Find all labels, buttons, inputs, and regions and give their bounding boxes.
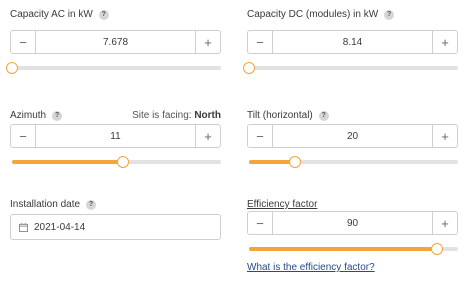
slider-thumb[interactable]	[431, 243, 444, 255]
capacity-dc-slider[interactable]	[243, 62, 458, 74]
slider-thumb[interactable]	[288, 156, 301, 168]
help-icon[interactable]: ?	[86, 199, 97, 210]
capacity-ac-label-text: Capacity AC in kW	[10, 9, 93, 20]
azimuth-increment-button[interactable]: +	[195, 125, 220, 147]
azimuth-stepper: − 11 +	[10, 124, 221, 148]
help-icon[interactable]: ?	[384, 9, 395, 20]
slider-fill	[249, 247, 438, 251]
tilt-slider[interactable]	[249, 156, 458, 168]
installation-date-label-text: Installation date	[10, 199, 81, 210]
efficiency-increment-button[interactable]: +	[432, 212, 457, 234]
efficiency-label: Efficiency factor	[247, 199, 317, 210]
capacity-dc-label-text: Capacity DC (modules) in kW	[247, 9, 379, 20]
site-facing-prefix: Site is facing:	[132, 110, 192, 121]
calendar-icon	[19, 222, 28, 232]
help-icon[interactable]: ?	[318, 110, 329, 121]
capacity-ac-label: Capacity AC in kW ?	[10, 9, 109, 20]
efficiency-label-text: Efficiency factor	[247, 199, 318, 210]
slider-thumb[interactable]	[116, 156, 129, 168]
installation-date-label: Installation date ?	[10, 199, 97, 210]
slider-fill	[12, 160, 123, 164]
capacity-ac-stepper: − 7.678 +	[10, 30, 221, 54]
efficiency-help-link[interactable]: What is the efficiency factor?	[247, 262, 375, 273]
capacity-ac-input[interactable]: 7.678	[36, 31, 195, 53]
efficiency-decrement-button[interactable]: −	[248, 212, 273, 234]
capacity-ac-decrement-button[interactable]: −	[11, 31, 36, 53]
efficiency-input[interactable]: 90	[273, 212, 432, 234]
tilt-input[interactable]: 20	[273, 125, 432, 147]
installation-date-value: 2021-04-14	[34, 221, 86, 233]
slider-track	[12, 66, 221, 70]
tilt-stepper: − 20 +	[247, 124, 458, 148]
installation-date-input[interactable]: 2021-04-14	[10, 214, 221, 240]
azimuth-decrement-button[interactable]: −	[11, 125, 36, 147]
site-facing-value: North	[194, 110, 221, 121]
efficiency-slider[interactable]	[249, 243, 458, 255]
capacity-ac-increment-button[interactable]: +	[195, 31, 220, 53]
site-facing-text: Site is facing: North	[132, 110, 221, 121]
slider-thumb[interactable]	[6, 62, 18, 74]
capacity-ac-slider[interactable]	[6, 62, 221, 74]
azimuth-label: Azimuth ?	[10, 110, 63, 121]
azimuth-label-text: Azimuth	[10, 110, 47, 121]
capacity-dc-increment-button[interactable]: +	[432, 31, 457, 53]
tilt-label: Tilt (horizontal) ?	[247, 110, 329, 121]
help-icon[interactable]: ?	[98, 9, 109, 20]
help-icon[interactable]: ?	[52, 110, 63, 121]
capacity-dc-decrement-button[interactable]: −	[248, 31, 273, 53]
tilt-label-text: Tilt (horizontal)	[247, 110, 313, 121]
capacity-dc-stepper: − 8.14 +	[247, 30, 458, 54]
azimuth-input[interactable]: 11	[36, 125, 195, 147]
tilt-decrement-button[interactable]: −	[248, 125, 273, 147]
tilt-increment-button[interactable]: +	[432, 125, 457, 147]
slider-track	[249, 66, 458, 70]
efficiency-stepper: − 90 +	[247, 211, 458, 235]
capacity-dc-label: Capacity DC (modules) in kW ?	[247, 9, 395, 20]
azimuth-slider[interactable]	[12, 156, 221, 168]
slider-thumb[interactable]	[243, 62, 255, 74]
capacity-dc-input[interactable]: 8.14	[273, 31, 432, 53]
